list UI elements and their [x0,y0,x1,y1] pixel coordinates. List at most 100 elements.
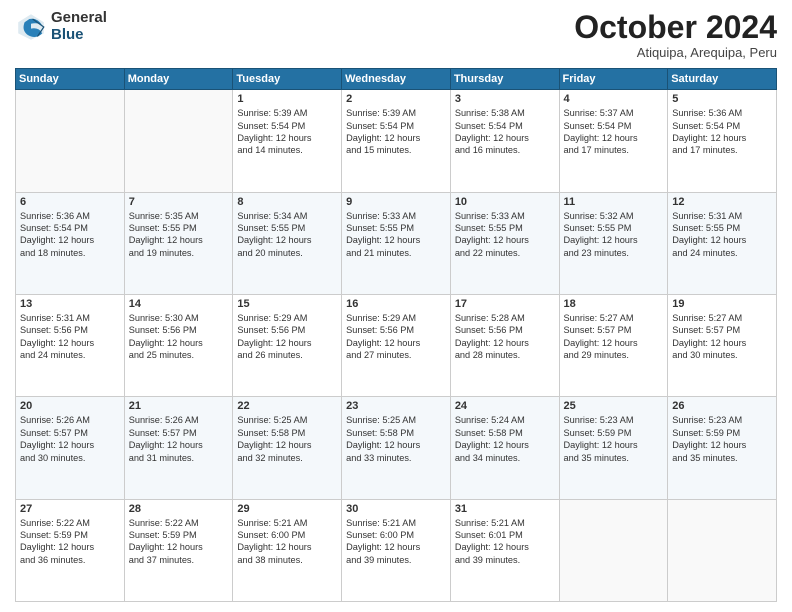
day-number: 18 [564,298,664,310]
calendar-cell: 3Sunrise: 5:38 AMSunset: 5:54 PMDaylight… [450,90,559,192]
cell-text: and 17 minutes. [672,144,772,156]
header: General Blue October 2024 Atiquipa, Areq… [15,10,777,60]
cell-text: Sunrise: 5:28 AM [455,312,555,324]
day-number: 27 [20,503,120,515]
title-block: October 2024 Atiquipa, Arequipa, Peru [574,10,777,60]
cell-text: Daylight: 12 hours [455,439,555,451]
cell-text: Sunrise: 5:21 AM [346,517,446,529]
cell-text: Sunrise: 5:22 AM [20,517,120,529]
logo-blue: Blue [51,27,107,44]
weekday-header: Saturday [668,69,777,90]
cell-text: and 35 minutes. [672,452,772,464]
cell-text: Sunrise: 5:29 AM [237,312,337,324]
cell-text: Sunset: 6:00 PM [346,529,446,541]
cell-text: Daylight: 12 hours [129,541,229,553]
cell-text: Sunrise: 5:30 AM [129,312,229,324]
cell-text: Sunset: 5:57 PM [20,427,120,439]
cell-text: Sunset: 5:59 PM [129,529,229,541]
calendar-cell: 12 Sunrise: 5:31 AMSunset: 5:55 PMDayligh… [668,192,777,294]
cell-text: Sunrise: 5:26 AM [20,414,120,426]
cell-text: and 27 minutes. [346,349,446,361]
cell-text: Sunrise: 5:36 AM [672,107,772,119]
cell-text: Daylight: 12 hours [564,439,664,451]
cell-text: Sunset: 5:57 PM [564,324,664,336]
cell-text: Sunrise: 5:23 AM [564,414,664,426]
cell-text: Sunset: 5:56 PM [20,324,120,336]
cell-text: Sunrise: 5:31 AM [20,312,120,324]
cell-text: Sunrise: 5:31 AM [672,210,772,222]
cell-text: Daylight: 12 hours [672,132,772,144]
cell-text: Sunset: 5:56 PM [129,324,229,336]
cell-text: Sunrise: 5:35 AM [129,210,229,222]
cell-text: Daylight: 12 hours [237,234,337,246]
cell-text: and 32 minutes. [237,452,337,464]
calendar-cell: 7Sunrise: 5:35 AMSunset: 5:55 PMDaylight… [124,192,233,294]
cell-text: Sunrise: 5:37 AM [564,107,664,119]
cell-text: Sunset: 5:54 PM [672,120,772,132]
cell-text: Sunrise: 5:27 AM [672,312,772,324]
cell-text: Sunrise: 5:33 AM [455,210,555,222]
day-number: 7 [129,196,229,208]
cell-text: Daylight: 12 hours [20,337,120,349]
calendar-cell: 10Sunrise: 5:33 AMSunset: 5:55 PMDayligh… [450,192,559,294]
cell-text: Sunrise: 5:22 AM [129,517,229,529]
cell-text: Sunset: 5:54 PM [346,120,446,132]
cell-text: and 16 minutes. [455,144,555,156]
cell-text: Sunset: 5:55 PM [129,222,229,234]
calendar-cell: 17Sunrise: 5:28 AMSunset: 5:56 PMDayligh… [450,294,559,396]
day-number: 9 [346,196,446,208]
cell-text: and 31 minutes. [129,452,229,464]
cell-text: and 37 minutes. [129,554,229,566]
day-number: 28 [129,503,229,515]
cell-text: and 30 minutes. [20,452,120,464]
cell-text: and 23 minutes. [564,247,664,259]
day-number: 13 [20,298,120,310]
page: General Blue October 2024 Atiquipa, Areq… [0,0,792,612]
calendar-cell: 15Sunrise: 5:29 AMSunset: 5:56 PMDayligh… [233,294,342,396]
cell-text: Daylight: 12 hours [237,132,337,144]
cell-text: and 33 minutes. [346,452,446,464]
cell-text: Sunset: 5:57 PM [672,324,772,336]
cell-text: and 20 minutes. [237,247,337,259]
calendar-cell [16,90,125,192]
day-number: 26 [672,400,772,412]
generalblue-logo-icon [15,11,47,43]
day-number: 2 [346,93,446,105]
day-number: 19 [672,298,772,310]
cell-text: Daylight: 12 hours [672,439,772,451]
cell-text: Sunrise: 5:32 AM [564,210,664,222]
cell-text: Daylight: 12 hours [346,439,446,451]
cell-text: and 19 minutes. [129,247,229,259]
calendar-cell: 5Sunrise: 5:36 AMSunset: 5:54 PMDaylight… [668,90,777,192]
cell-text: Daylight: 12 hours [672,234,772,246]
cell-text: and 29 minutes. [564,349,664,361]
day-number: 12 [672,196,772,208]
calendar-cell: 25Sunrise: 5:23 AMSunset: 5:59 PMDayligh… [559,397,668,499]
cell-text: Sunset: 5:54 PM [20,222,120,234]
cell-text: Daylight: 12 hours [20,439,120,451]
calendar-cell [124,90,233,192]
calendar-cell: 26Sunrise: 5:23 AMSunset: 5:59 PMDayligh… [668,397,777,499]
cell-text: Daylight: 12 hours [346,132,446,144]
cell-text: and 21 minutes. [346,247,446,259]
cell-text: and 15 minutes. [346,144,446,156]
cell-text: Daylight: 12 hours [237,337,337,349]
cell-text: Sunset: 5:55 PM [672,222,772,234]
weekday-header: Friday [559,69,668,90]
cell-text: Daylight: 12 hours [564,337,664,349]
calendar-cell: 29Sunrise: 5:21 AMSunset: 6:00 PMDayligh… [233,499,342,601]
cell-text: Sunset: 5:58 PM [237,427,337,439]
cell-text: Sunrise: 5:39 AM [346,107,446,119]
cell-text: Sunrise: 5:33 AM [346,210,446,222]
cell-text: Sunset: 5:55 PM [564,222,664,234]
calendar-cell [559,499,668,601]
cell-text: and 39 minutes. [455,554,555,566]
cell-text: and 24 minutes. [20,349,120,361]
calendar-table: SundayMondayTuesdayWednesdayThursdayFrid… [15,68,777,602]
cell-text: Daylight: 12 hours [20,541,120,553]
day-number: 6 [20,196,120,208]
cell-text: Sunrise: 5:25 AM [237,414,337,426]
cell-text: Sunset: 5:59 PM [564,427,664,439]
weekday-header: Sunday [16,69,125,90]
cell-text: Daylight: 12 hours [455,132,555,144]
